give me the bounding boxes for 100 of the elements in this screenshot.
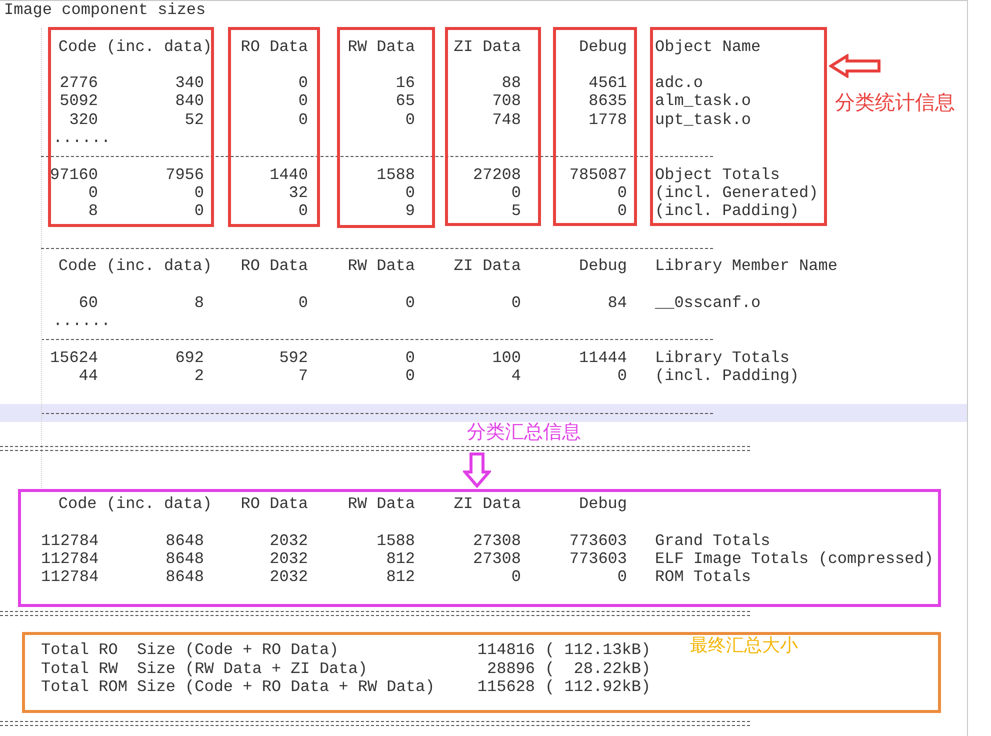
column-header: RO Data [240,495,308,514]
column-header: Debug [578,257,627,276]
table-cell-text: 27308 [472,532,521,550]
table-cell-text: 0 [404,110,415,130]
table-cell-text: 7956 [164,166,204,184]
column-header: RO Data [240,257,308,276]
size-kilobytes: ( 112.13kB) [545,641,651,660]
table-cell-text: 9 [404,202,415,221]
table-cell-text: 0 [404,294,415,312]
table-cell-text: 100 [491,348,521,367]
table-cell-text: 692 [174,348,204,367]
table-cell-text: 773603 [568,532,627,550]
table-cell-text: 0 [404,366,415,386]
size-kilobytes: ( 28.22kB) [545,660,651,678]
size-value: 28896 [486,660,535,678]
column-header: RW Data [346,38,415,56]
table-cell-text: 0 [510,294,521,312]
table-cell-text: 0 [510,184,521,202]
table-cell-text: 0 [297,294,308,312]
table-cell-text: 785087 [568,166,627,184]
table-cell: 112784 [41,532,98,550]
size-kilobytes: ( 112.92kB) [545,678,651,696]
table-cell-text: 84 [606,294,627,312]
size-label: Total RW Size (RW Data + ZI Data) [41,660,368,678]
table-cell-text: 0 [404,184,415,202]
annotation-label: 最终汇总大小 [690,637,798,655]
column-header: Code (inc. data) [57,495,212,514]
table-cell-text: 0 [616,366,627,386]
table-cell-text: 0 [616,202,627,221]
table-cell-text: 5092 [58,92,98,111]
table-cell-text: 1778 [588,110,627,130]
table-cell-text: 0 [87,184,98,202]
table-cell-text: 773603 [568,550,627,568]
ellipsis-text: ...... [52,129,111,148]
table-cell-text: 0 [193,202,204,221]
table-cell-text: 5 [510,202,521,221]
table-cell-text: 0 [297,110,308,130]
table-cell: 112784 [41,550,98,568]
table-cell: Library Totals [655,348,790,367]
size-value: 115628 [476,678,535,696]
column-header: RW Data [346,495,415,514]
table-cell-text: 840 [174,92,204,111]
table-cell-text: 65 [394,92,415,111]
table-cell-text: 0 [510,568,521,586]
table-cell: ROM Totals [655,568,752,586]
table-cell-text: 320 [68,110,98,130]
column-header: RO Data [240,38,308,56]
column-header: RW Data [346,257,415,276]
table-cell-text: 4 [510,366,521,386]
column-header: Code (inc. data) [57,257,212,276]
section-title: Image component sizes [3,1,206,20]
table-cell-text: 0 [616,184,627,202]
table-cell-text: 1440 [268,166,308,184]
table-cell-text: 0 [616,568,627,586]
table-cell-text: 27308 [472,550,521,568]
table-cell-text: 32 [288,184,308,202]
table-cell-text: 748 [491,110,521,130]
table-cell-text: 88 [500,74,521,92]
table-cell-text: 2032 [268,568,308,586]
table-cell: ELF Image Totals (compressed) [655,550,934,568]
table-cell: adc.o [655,74,704,92]
table-cell-text: 812 [385,550,415,568]
table-cell-text: 708 [491,92,521,111]
table-cell-text: 8635 [588,92,627,111]
table-cell-text: 27208 [472,166,521,184]
table-cell-text: 0 [297,92,308,111]
table-cell-text: 7 [297,366,308,386]
table-cell: Grand Totals [655,532,770,550]
annotation-label: 分类汇总信息 [467,423,581,442]
table-cell-text: 8648 [164,550,204,568]
table-cell-text: 1588 [376,166,415,184]
ellipsis-text: ...... [52,312,111,330]
table-cell-text: 0 [297,74,308,92]
table-cell-text: 8 [193,294,204,312]
table-cell: (incl. Padding) [655,202,800,221]
table-cell-text: 812 [385,568,415,586]
column-header: Code (inc. data) [57,38,212,56]
table-cell-text: 0 [193,184,204,202]
column-header: ZI Data [452,257,521,276]
table-cell: Object Totals [655,166,780,184]
table-cell-text: 1588 [376,532,415,550]
table-cell: (incl. Padding) [655,366,800,386]
table-cell-text: 15624 [48,348,98,367]
table-cell-text: 592 [278,348,308,367]
table-cell: upt_task.o [655,110,752,130]
column-header: Debug [578,495,627,514]
table-cell-text: 340 [174,74,204,92]
table-cell: (incl. Generated) [655,184,818,202]
size-label: Total ROM Size (Code + RO Data + RW Data) [41,678,436,696]
table-cell: __0sscanf.o [655,294,761,312]
table-cell-text: 44 [78,366,98,386]
table-cell-text: 0 [297,202,308,221]
column-header: Library Member Name [655,257,838,276]
table-cell-text: 8648 [164,532,204,550]
column-header: Debug [578,38,627,56]
annotation-label: 分类统计信息 [835,92,955,112]
size-label: Total RO Size (Code + RO Data) [41,641,340,660]
table-cell: 112784 [41,568,98,586]
table-cell-text: 97160 [48,166,98,184]
table-cell-text: 2032 [268,550,308,568]
